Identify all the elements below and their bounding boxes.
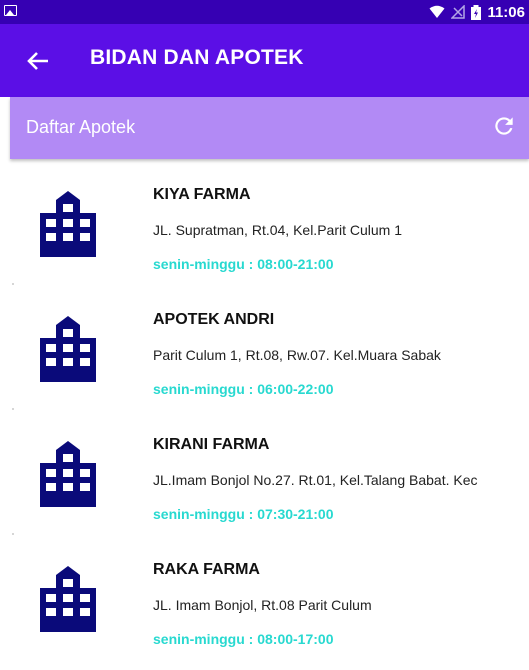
pharmacy-list: KIYA FARMA JL. Supratman, Rt.04, Kel.Par… <box>0 170 529 670</box>
status-time: 11:06 <box>487 3 525 21</box>
building-icon <box>40 441 96 507</box>
building-icon <box>40 191 96 257</box>
row-divider <box>12 533 14 535</box>
list-item[interactable]: APOTEK ANDRI Parit Culum 1, Rt.08, Rw.07… <box>0 295 529 420</box>
gallery-icon <box>4 5 17 16</box>
wifi-icon <box>429 5 445 18</box>
list-header: Daftar Apotek <box>10 97 529 159</box>
item-name: RAKA FARMA <box>153 561 260 578</box>
item-address: Parit Culum 1, Rt.08, Rw.07. Kel.Muara S… <box>153 347 441 363</box>
battery-charging-icon <box>471 4 482 20</box>
page-title: BIDAN DAN APOTEK <box>90 46 304 69</box>
item-hours: senin-minggu : 07:30-21:00 <box>153 506 334 522</box>
row-divider <box>12 408 14 410</box>
item-hours: senin-minggu : 06:00-22:00 <box>153 381 334 397</box>
item-address: JL. Supratman, Rt.04, Kel.Parit Culum 1 <box>153 222 402 238</box>
list-item[interactable]: KIRANI FARMA JL.Imam Bonjol No.27. Rt.01… <box>0 420 529 545</box>
status-right: 11:06 <box>429 0 525 24</box>
item-address: JL.Imam Bonjol No.27. Rt.01, Kel.Talang … <box>153 472 478 488</box>
building-icon <box>40 316 96 382</box>
item-hours: senin-minggu : 08:00-21:00 <box>153 256 334 272</box>
item-name: KIYA FARMA <box>153 186 251 203</box>
item-hours: senin-minggu : 08:00-17:00 <box>153 631 334 647</box>
item-name: APOTEK ANDRI <box>153 311 275 328</box>
list-item[interactable]: RAKA FARMA JL. Imam Bonjol, Rt.08 Parit … <box>0 545 529 670</box>
refresh-icon[interactable] <box>491 113 517 139</box>
item-name: KIRANI FARMA <box>153 436 270 453</box>
status-bar: 11:06 <box>0 0 529 24</box>
item-address: JL. Imam Bonjol, Rt.08 Parit Culum <box>153 597 372 613</box>
row-divider <box>12 283 14 285</box>
arrow-back-icon[interactable] <box>22 45 54 77</box>
list-item[interactable]: KIYA FARMA JL. Supratman, Rt.04, Kel.Par… <box>0 170 529 295</box>
list-header-title: Daftar Apotek <box>26 117 136 137</box>
app-bar: BIDAN DAN APOTEK <box>0 24 529 97</box>
building-icon <box>40 566 96 632</box>
no-signal-icon <box>451 5 466 19</box>
